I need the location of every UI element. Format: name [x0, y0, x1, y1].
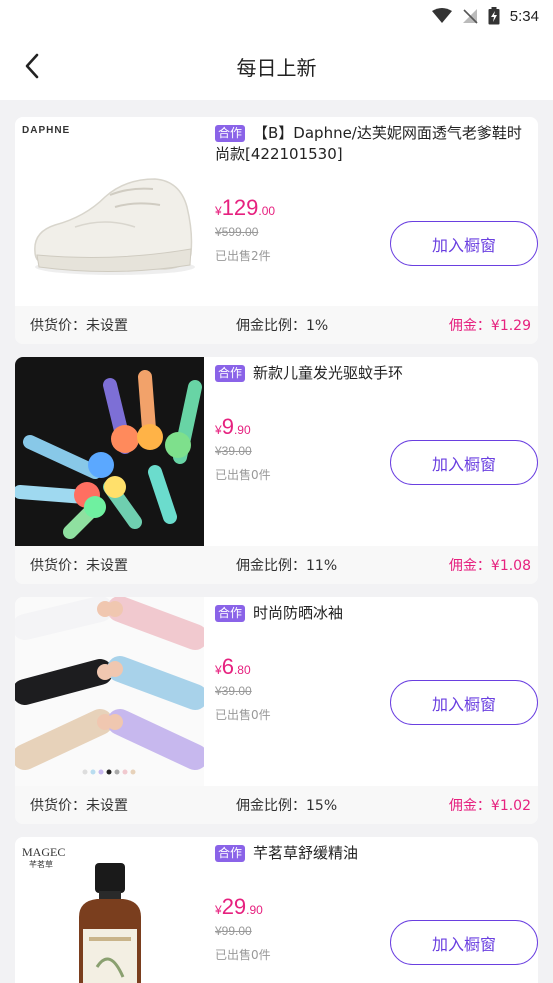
commission-amount: 佣金：¥1.29 — [448, 318, 531, 334]
add-to-showcase-button[interactable]: 加入橱窗 — [390, 440, 538, 485]
commission-amount: 佣金：¥1.02 — [448, 798, 531, 814]
product-list: DAPHNE 合作 【B】Daphne/达芙妮网面透气老爹鞋时尚款[4221015… — [0, 100, 553, 983]
product-card: 合作 新款儿童发光驱蚊手环 ¥9.90 ¥39.00 已出售0件 加入橱窗 供货价… — [15, 357, 538, 584]
product-card: 合作 时尚防晒冰袖 ¥6.80 ¥39.00 已出售0件 加入橱窗 供货价：未设置… — [15, 597, 538, 824]
commission-rate: 佣金比例：15% — [236, 798, 338, 814]
cooperation-tag: 合作 — [215, 365, 246, 382]
product-card: MAGEC 芊茗草 合作 芊茗草舒缓精油 ¥29.90 ¥99.00 已出售0件… — [15, 837, 538, 983]
battery-charging-icon — [488, 7, 500, 25]
original-price: ¥99.00 — [215, 924, 252, 938]
cooperation-tag: 合作 — [215, 845, 246, 862]
brand-logo: DAPHNE — [22, 125, 71, 136]
product-price: ¥6.80 — [215, 654, 251, 679]
supply-price: 供货价：未设置 — [30, 558, 128, 574]
product-card: DAPHNE 合作 【B】Daphne/达芙妮网面透气老爹鞋时尚款[4221015… — [15, 117, 538, 344]
cooperation-tag: 合作 — [215, 605, 246, 622]
product-price: ¥129.00 — [215, 195, 276, 220]
sold-count: 已出售0件 — [215, 708, 271, 722]
product-name[interactable]: 合作 时尚防晒冰袖 — [215, 603, 528, 624]
commission-rate: 佣金比例：1% — [236, 318, 329, 334]
product-price: ¥9.90 — [215, 414, 251, 439]
commission-row: 供货价：未设置 佣金比例：1% 佣金：¥1.29 — [15, 306, 538, 344]
no-signal-icon — [462, 9, 478, 24]
chevron-left-icon — [25, 53, 39, 79]
back-button[interactable] — [16, 50, 48, 82]
add-to-showcase-button[interactable]: 加入橱窗 — [390, 920, 538, 965]
status-time: 5:34 — [509, 7, 539, 25]
brand-logo: MAGEC — [22, 845, 66, 859]
add-to-showcase-button[interactable]: 加入橱窗 — [390, 680, 538, 725]
product-name[interactable]: 合作 新款儿童发光驱蚊手环 — [215, 363, 528, 384]
original-price: ¥599.00 — [215, 225, 259, 239]
original-price: ¥39.00 — [215, 444, 252, 458]
sold-count: 已出售2件 — [215, 249, 271, 263]
commission-rate: 佣金比例：11% — [236, 558, 338, 574]
product-image-sleeves[interactable] — [15, 597, 204, 786]
wifi-icon — [431, 8, 452, 23]
commission-amount: 佣金：¥1.08 — [448, 558, 531, 574]
sold-count: 已出售0件 — [215, 468, 271, 482]
sold-count: 已出售0件 — [215, 948, 271, 962]
original-price: ¥39.00 — [215, 684, 252, 698]
supply-price: 供货价：未设置 — [30, 318, 128, 334]
product-image-bracelet[interactable] — [15, 357, 204, 546]
status-bar: 5:34 — [0, 0, 553, 32]
brand-sub-logo: 芊茗草 — [29, 860, 53, 869]
commission-row: 供货价：未设置 佣金比例：11% 佣金：¥1.08 — [15, 546, 538, 584]
product-name[interactable]: 合作 芊茗草舒缓精油 — [215, 843, 528, 864]
add-to-showcase-button[interactable]: 加入橱窗 — [390, 221, 538, 266]
product-name[interactable]: 合作 【B】Daphne/达芙妮网面透气老爹鞋时尚款[422101530] — [215, 123, 528, 165]
supply-price: 供货价：未设置 — [30, 798, 128, 814]
product-price: ¥29.90 — [215, 894, 263, 919]
product-image-essential-oil[interactable]: MAGEC 芊茗草 — [15, 837, 204, 983]
cooperation-tag: 合作 — [215, 125, 246, 142]
nav-bar: 每日上新 — [0, 32, 553, 100]
page-title: 每日上新 — [236, 55, 317, 80]
commission-row: 供货价：未设置 佣金比例：15% 佣金：¥1.02 — [15, 786, 538, 824]
product-image-shoe[interactable]: DAPHNE — [15, 117, 204, 306]
